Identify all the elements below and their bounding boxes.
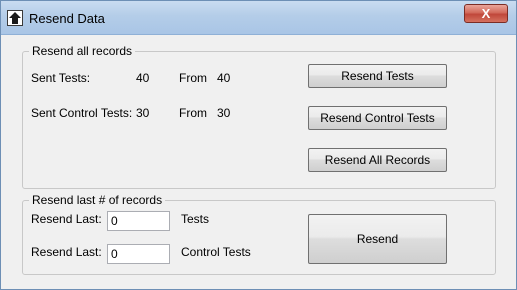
resend-data-dialog: Resend Data X Resend all records Sent Te… [0, 0, 517, 290]
sent-tests-from-label: From [179, 71, 207, 85]
sent-control-tests-value: 30 [136, 106, 150, 120]
resend-last-control-input[interactable] [107, 244, 170, 264]
group-legend: Resend all records [29, 44, 136, 58]
sent-tests-from-value: 40 [217, 71, 231, 85]
sent-control-tests-label: Sent Control Tests: [31, 106, 133, 120]
group-legend: Resend last # of records [29, 193, 166, 207]
resend-all-records-group: Resend all records Sent Tests: 40 From 4… [22, 44, 496, 189]
app-arrow-icon [7, 10, 23, 26]
window-title: Resend Data [29, 11, 105, 26]
control-tests-suffix-label: Control Tests [181, 245, 251, 259]
resend-control-tests-button[interactable]: Resend Control Tests [308, 106, 447, 130]
resend-last-records-group: Resend last # of records Resend Last: Te… [22, 193, 496, 275]
resend-button[interactable]: Resend [308, 214, 447, 264]
sent-control-from-value: 30 [217, 106, 231, 120]
resend-all-records-button[interactable]: Resend All Records [308, 148, 447, 172]
sent-tests-value: 40 [136, 71, 150, 85]
close-button[interactable]: X [464, 4, 508, 23]
resend-tests-button[interactable]: Resend Tests [308, 64, 447, 88]
dialog-body: Resend all records Sent Tests: 40 From 4… [8, 35, 509, 285]
resend-last-tests-input[interactable] [107, 211, 170, 231]
sent-tests-label: Sent Tests: [31, 71, 91, 85]
resend-last-tests-label: Resend Last: [31, 212, 102, 226]
sent-control-from-label: From [179, 106, 207, 120]
resend-last-control-label: Resend Last: [31, 245, 102, 259]
tests-suffix-label: Tests [181, 212, 210, 226]
title-bar[interactable]: Resend Data X [1, 1, 516, 35]
